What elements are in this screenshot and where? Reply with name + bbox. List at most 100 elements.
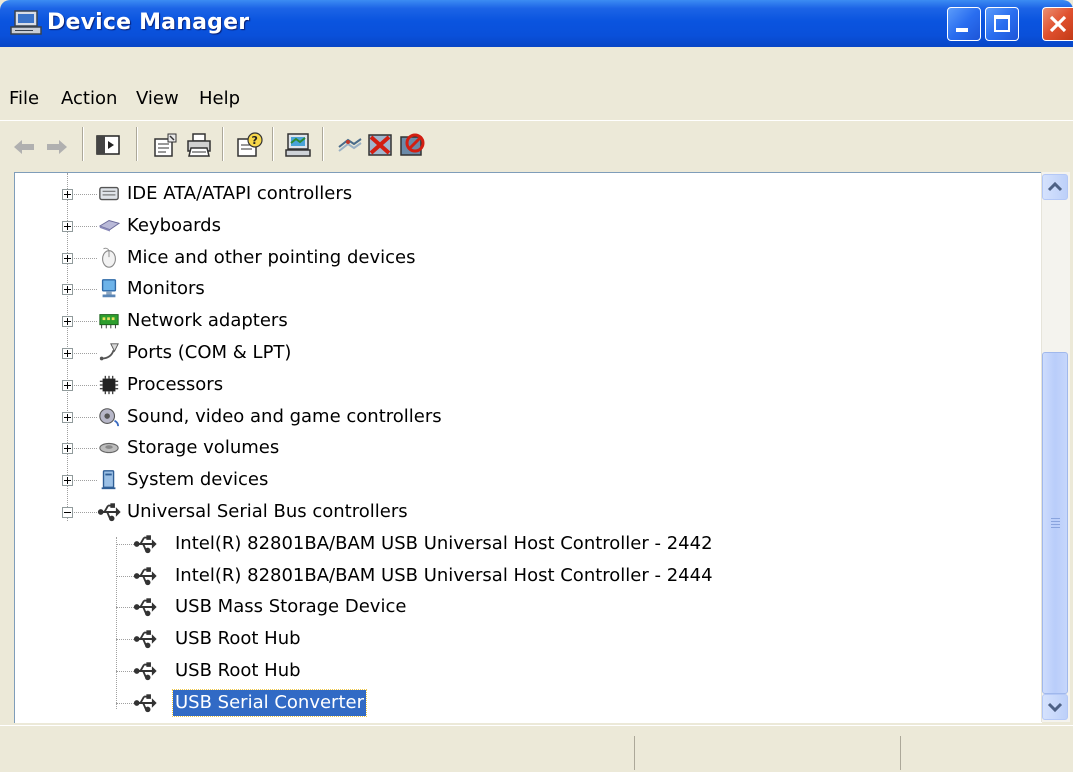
toolbar-separator	[82, 127, 84, 161]
tree-category-label: Monitors	[127, 278, 205, 300]
monitor-icon	[101, 279, 117, 298]
tree-category-label: Storage volumes	[127, 437, 280, 459]
tree-category[interactable]: Processors	[15, 372, 1035, 398]
usb-device-item[interactable]: USB Mass Storage Device	[15, 594, 1035, 620]
scan-hardware-icon[interactable]	[284, 131, 312, 159]
disable-icon[interactable]	[398, 131, 426, 159]
menu-frame	[0, 47, 1073, 80]
update-driver-icon[interactable]	[336, 131, 364, 159]
chevron-down-icon	[1047, 702, 1063, 713]
usb-icon	[133, 694, 157, 712]
scroll-up-button[interactable]	[1042, 174, 1068, 200]
tree-category[interactable]: Ports (COM & LPT)	[15, 340, 1035, 366]
toolbar-separator	[322, 127, 324, 161]
uninstall-icon[interactable]	[366, 131, 394, 159]
usb-icon	[133, 630, 157, 649]
tree-category[interactable]: Sound, video and game controllers	[15, 404, 1035, 430]
scrollbar-thumb[interactable]	[1042, 352, 1068, 694]
processor-icon	[99, 375, 119, 394]
device-manager-window: Device Manager File Action View Help ? I…	[0, 0, 1073, 772]
usb-device-item[interactable]: USB Serial Converter	[15, 688, 1035, 717]
sound-icon	[99, 407, 120, 426]
usb-device-label: USB Root Hub	[175, 660, 301, 681]
usb-icon	[133, 598, 157, 617]
network-adapter-icon	[99, 314, 119, 329]
expand-toggle[interactable]	[62, 284, 73, 296]
toolbar-separator	[136, 127, 138, 161]
close-icon	[1049, 15, 1067, 33]
menu-action[interactable]: Action	[61, 88, 117, 109]
usb-icon	[133, 662, 157, 681]
usb-device-label: USB Serial Converter	[172, 688, 367, 717]
usb-icon	[133, 535, 157, 553]
usb-device-item[interactable]: USB Root Hub	[15, 626, 1035, 652]
port-icon	[99, 343, 119, 361]
menu-help[interactable]: Help	[199, 88, 240, 109]
usb-device-label: USB Root Hub	[175, 628, 301, 650]
usb-device-label: USB Mass Storage Device	[175, 596, 407, 618]
tree-category-label: Keyboards	[127, 214, 221, 236]
tree-category-label: Ports (COM & LPT)	[127, 342, 292, 363]
tree-category[interactable]: Storage volumes	[15, 435, 1035, 461]
maximize-icon	[994, 15, 1010, 32]
usb-device-label: Intel(R) 82801BA/BAM USB Universal Host …	[175, 564, 713, 586]
close-button[interactable]	[1042, 7, 1073, 41]
expand-toggle[interactable]	[62, 379, 73, 391]
keyboard-icon	[98, 219, 121, 232]
window-title: Device Manager	[47, 10, 250, 35]
usb-device-item[interactable]: Intel(R) 82801BA/BAM USB Universal Host …	[15, 531, 1035, 557]
collapse-toggle[interactable]	[62, 507, 73, 518]
computer-monitor-icon	[10, 10, 42, 35]
mouse-icon	[102, 247, 116, 268]
back-arrow-icon[interactable]	[10, 133, 38, 161]
minimize-button[interactable]	[947, 7, 981, 41]
expand-toggle[interactable]	[62, 316, 73, 328]
forward-arrow-icon[interactable]	[43, 133, 71, 161]
ide-controller-icon	[99, 186, 119, 201]
usb-device-item[interactable]: USB Root Hub	[15, 658, 1035, 684]
expand-toggle[interactable]	[62, 348, 73, 359]
expand-toggle[interactable]	[62, 475, 73, 487]
tree-category-label: Sound, video and game controllers	[127, 405, 442, 427]
svg-text:?: ?	[252, 134, 258, 147]
scroll-down-button[interactable]	[1042, 694, 1068, 720]
tree-category[interactable]: Keyboards	[15, 213, 1035, 239]
tree-category[interactable]: Universal Serial Bus controllers	[15, 499, 1035, 525]
expand-toggle[interactable]	[62, 411, 73, 423]
tree-category-label: Mice and other pointing devices	[127, 246, 416, 268]
toolbar-separator	[222, 127, 224, 161]
scrollbar-grip	[1051, 518, 1060, 528]
storage-volume-icon	[99, 443, 119, 454]
toolbar-separator	[272, 127, 274, 161]
tree-category[interactable]: IDE ATA/ATAPI controllers	[15, 181, 1035, 207]
tree-category[interactable]: Mice and other pointing devices	[15, 245, 1035, 271]
maximize-button[interactable]	[985, 7, 1019, 41]
show-hide-console-tree-icon[interactable]	[94, 131, 122, 159]
expand-toggle[interactable]	[62, 220, 73, 232]
tree-category[interactable]: Monitors	[15, 276, 1035, 302]
device-tree: IDE ATA/ATAPI controllers Keyboards Mice a…	[14, 172, 1042, 723]
status-pane	[900, 736, 901, 770]
usb-icon	[97, 503, 121, 522]
menu-view[interactable]: View	[136, 88, 179, 109]
usb-device-label: Intel(R) 82801BA/BAM USB Universal Host …	[175, 532, 713, 554]
expand-toggle[interactable]	[62, 443, 73, 455]
tree-category[interactable]: System devices	[15, 467, 1035, 493]
tree-category-label: System devices	[127, 469, 269, 491]
tree-category-label: Processors	[127, 373, 224, 395]
minimize-icon	[956, 28, 968, 32]
usb-icon	[133, 566, 157, 585]
menu-file[interactable]: File	[9, 88, 39, 109]
chevron-up-icon	[1047, 181, 1063, 192]
title-bar[interactable]: Device Manager	[0, 0, 1073, 47]
usb-device-item[interactable]: Intel(R) 82801BA/BAM USB Universal Host …	[15, 563, 1035, 589]
status-bar	[0, 725, 1073, 772]
properties-icon[interactable]	[151, 131, 179, 159]
tree-category-label: IDE ATA/ATAPI controllers	[127, 183, 353, 204]
print-icon[interactable]	[185, 131, 213, 159]
tree-category-label: Network adapters	[127, 310, 288, 332]
help-icon[interactable]: ?	[235, 131, 263, 159]
expand-toggle[interactable]	[62, 189, 73, 200]
tree-category[interactable]: Network adapters	[15, 308, 1035, 334]
expand-toggle[interactable]	[62, 252, 73, 264]
